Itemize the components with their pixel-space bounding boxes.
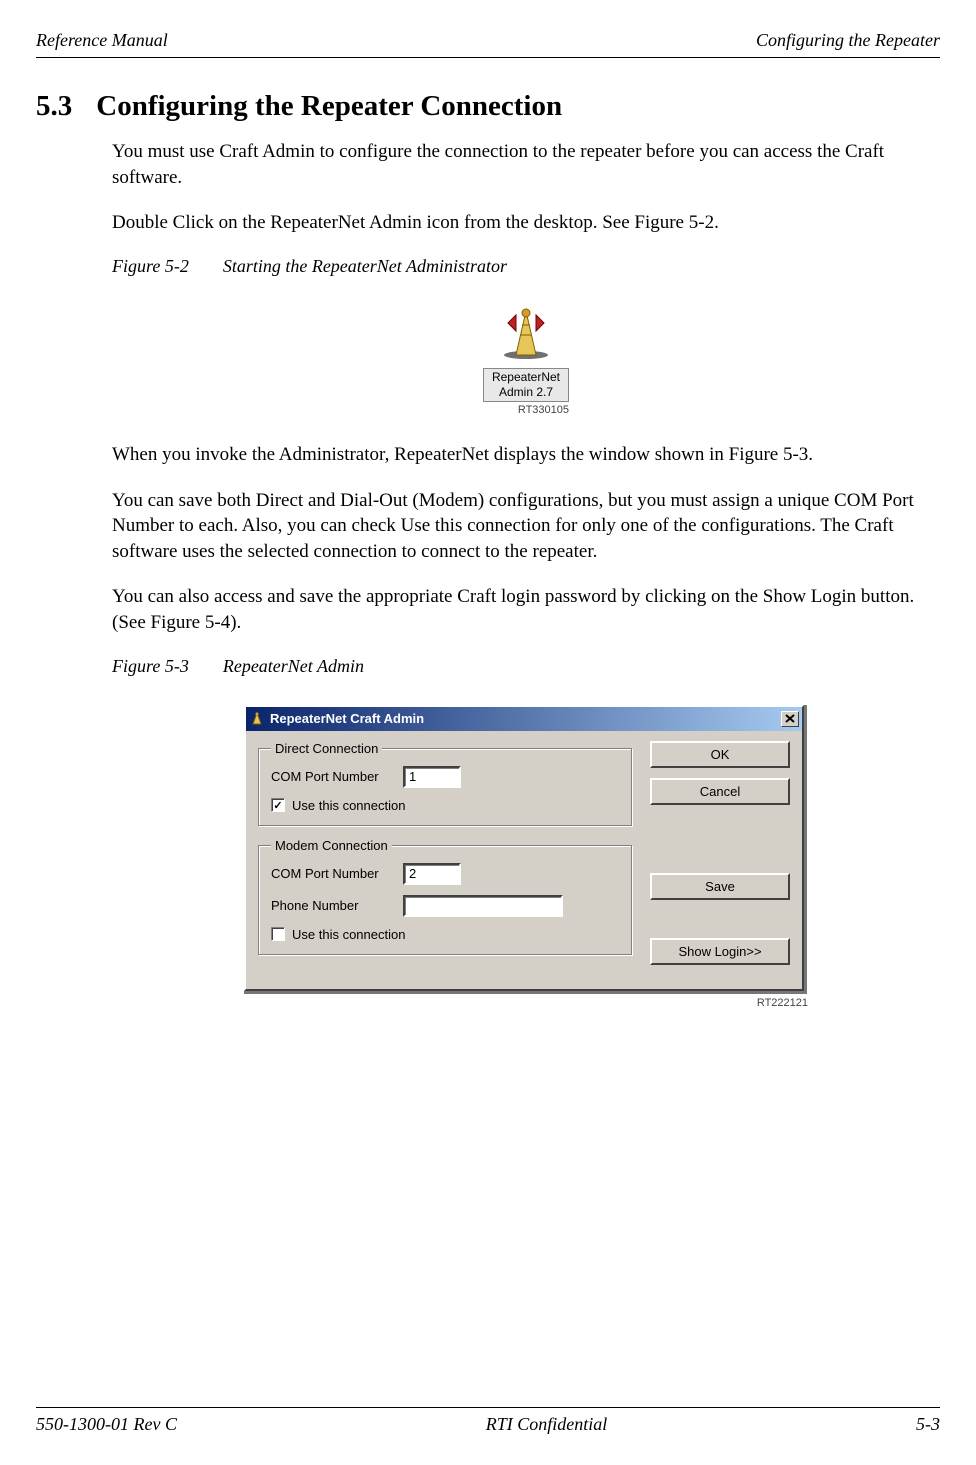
paragraph: You can also access and save the appropr… bbox=[112, 584, 940, 635]
modem-use-connection-checkbox[interactable] bbox=[271, 927, 285, 941]
direct-com-port-input[interactable] bbox=[403, 766, 461, 788]
close-icon bbox=[785, 714, 795, 723]
desktop-icon-label: RepeaterNet Admin 2.7 bbox=[483, 368, 569, 402]
phone-number-label: Phone Number bbox=[271, 898, 403, 913]
header-left: Reference Manual bbox=[36, 30, 168, 51]
figure-caption-text: RepeaterNet Admin bbox=[223, 656, 364, 676]
dialog-titlebar[interactable]: RepeaterNet Craft Admin bbox=[246, 707, 802, 731]
header-right: Configuring the Repeater bbox=[756, 30, 940, 51]
section-heading: 5.3 Configuring the Repeater Connection bbox=[36, 90, 940, 123]
use-connection-label: Use this connection bbox=[292, 927, 405, 942]
modem-connection-legend: Modem Connection bbox=[271, 838, 392, 853]
direct-connection-group: Direct Connection COM Port Number ✓ Use … bbox=[258, 741, 632, 826]
app-icon bbox=[249, 711, 265, 727]
figure-5-2: RepeaterNet Admin 2.7 RT330105 bbox=[112, 305, 940, 418]
figure-caption: Figure 5-3 RepeaterNet Admin bbox=[112, 656, 940, 677]
show-login-button[interactable]: Show Login>> bbox=[650, 938, 790, 965]
modem-com-port-input[interactable] bbox=[403, 863, 461, 885]
figure-ref: RT222121 bbox=[244, 997, 808, 1009]
paragraph: You must use Craft Admin to configure th… bbox=[112, 139, 940, 190]
page-header: Reference Manual Configuring the Repeate… bbox=[36, 30, 940, 58]
paragraph: When you invoke the Administrator, Repea… bbox=[112, 442, 940, 468]
com-port-label: COM Port Number bbox=[271, 866, 403, 881]
modem-connection-group: Modem Connection COM Port Number Phone N… bbox=[258, 838, 632, 955]
ok-button[interactable]: OK bbox=[650, 741, 790, 768]
figure-caption: Figure 5-2 Starting the RepeaterNet Admin… bbox=[112, 256, 940, 277]
direct-connection-legend: Direct Connection bbox=[271, 741, 382, 756]
section-title-text: Configuring the Repeater Connection bbox=[96, 90, 562, 122]
dialog-title: RepeaterNet Craft Admin bbox=[270, 711, 781, 726]
page-footer: 550-1300-01 Rev C RTI Confidential 5-3 bbox=[36, 1407, 940, 1435]
footer-left: 550-1300-01 Rev C bbox=[36, 1414, 177, 1435]
figure-label: Figure 5-2 bbox=[112, 256, 189, 276]
paragraph: You can save both Direct and Dial-Out (M… bbox=[112, 488, 940, 565]
use-connection-label: Use this connection bbox=[292, 798, 405, 813]
com-port-label: COM Port Number bbox=[271, 769, 403, 784]
figure-caption-text: Starting the RepeaterNet Administrator bbox=[223, 256, 507, 276]
footer-right: 5-3 bbox=[916, 1414, 940, 1435]
close-button[interactable] bbox=[781, 711, 799, 727]
repeaternet-admin-desktop-icon[interactable]: RepeaterNet Admin 2.7 RT330105 bbox=[483, 305, 569, 416]
phone-number-input[interactable] bbox=[403, 895, 563, 917]
save-button[interactable]: Save bbox=[650, 873, 790, 900]
cancel-button[interactable]: Cancel bbox=[650, 778, 790, 805]
figure-ref: RT330105 bbox=[483, 404, 569, 416]
tower-icon bbox=[500, 305, 552, 361]
figure-5-3: RepeaterNet Craft Admin Direct Connectio… bbox=[244, 705, 808, 1009]
figure-label: Figure 5-3 bbox=[112, 656, 189, 676]
paragraph: Double Click on the RepeaterNet Admin ic… bbox=[112, 210, 940, 236]
direct-use-connection-checkbox[interactable]: ✓ bbox=[271, 798, 285, 812]
footer-center: RTI Confidential bbox=[486, 1414, 608, 1435]
repeaternet-craft-admin-dialog: RepeaterNet Craft Admin Direct Connectio… bbox=[244, 705, 804, 991]
section-number: 5.3 bbox=[36, 90, 72, 122]
